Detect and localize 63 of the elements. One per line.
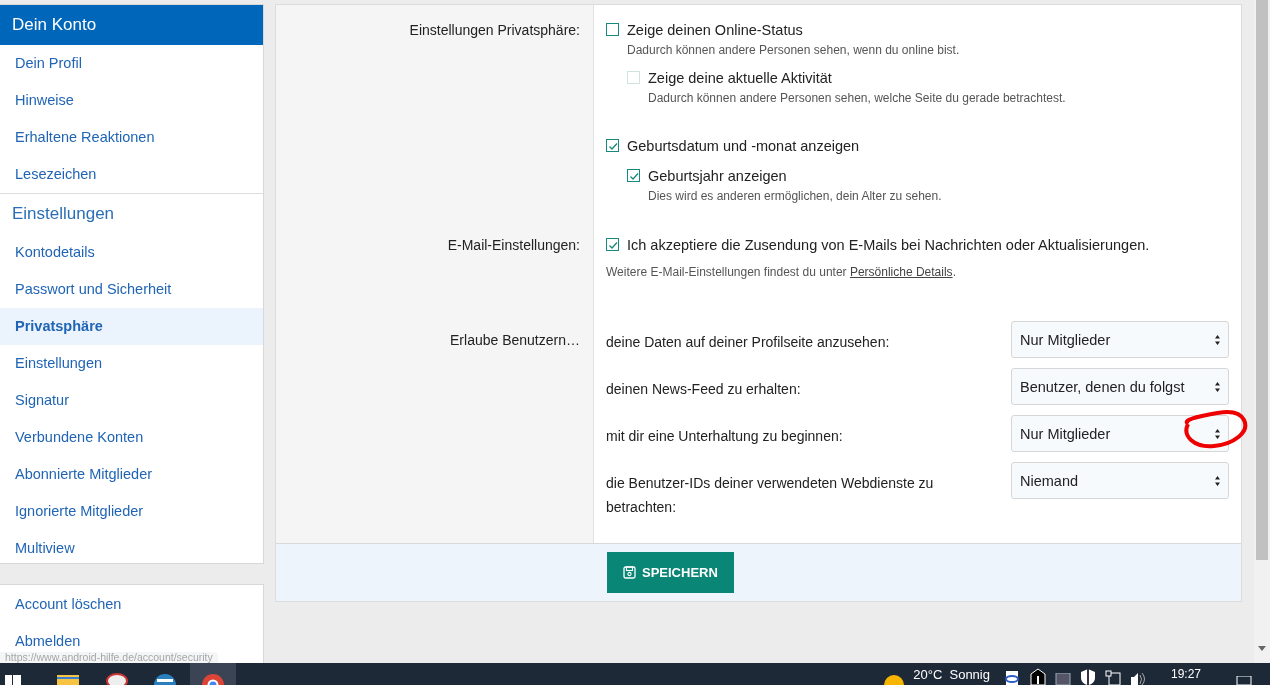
sidebar-header: Dein Konto (0, 5, 263, 45)
sidebar-item[interactable]: Dein Profil (0, 45, 263, 82)
field-label: E-Mail-Einstellungen: (447, 237, 580, 253)
details-link[interactable]: Persönliche Details (849, 265, 953, 279)
save-icon (623, 566, 636, 579)
shield-icon (1079, 669, 1096, 685)
circle-logo-icon (154, 674, 176, 685)
sidebar-item[interactable]: Kontodetails (0, 234, 263, 271)
sidebar-item[interactable]: Signatur (0, 382, 263, 419)
sidebar-item[interactable]: Einstellungen (0, 345, 263, 382)
save-button[interactable]: SPEICHERN (607, 552, 734, 593)
scrollbar[interactable] (1254, 0, 1270, 663)
clock-text: 19:27 (1170, 667, 1201, 681)
sort-arrows-icon (1214, 380, 1221, 393)
sidebar-item[interactable]: Passwort und Sicherheit (0, 271, 263, 308)
sidebar-item[interactable]: Abonnierte Mitglieder (0, 456, 263, 493)
checkbox[interactable] (606, 23, 619, 36)
sidebar-item[interactable]: Hinweise (0, 82, 263, 119)
sidebar-item[interactable]: Ignorierte Mitglieder (0, 493, 263, 530)
speaker-icon (1128, 672, 1145, 685)
select-label: die Benutzer-IDs deiner verwendeten Webdienste zu betrachten: (606, 474, 935, 517)
weather-text: 20°C Sonnig (913, 667, 990, 682)
select-label: deine Daten auf deiner Profilseite anzusehen: (606, 333, 891, 352)
sidebar-heading: Einstellungen (0, 193, 263, 234)
select-field[interactable]: Nur Mitglieder (1011, 415, 1229, 452)
checkbox-label: Zeige deine aktuelle Aktivität (648, 69, 833, 88)
sort-arrows-icon (1214, 474, 1221, 487)
windows-icon (5, 675, 21, 685)
browser-icon (202, 674, 224, 685)
hint-text: Dies wird es anderen ermöglichen, dein Alter zu sehen. (648, 188, 942, 204)
email-note: Weitere E-Mail-Einstellungen findest du unter Persönliche Details. (606, 264, 957, 280)
checkbox[interactable] (606, 139, 619, 152)
field-label: Einstellungen Privatsphäre: (409, 22, 580, 38)
browser-taskbar-button[interactable] (190, 663, 236, 685)
select-field[interactable]: Niemand (1011, 462, 1229, 499)
sidebar-item[interactable]: Account löschen (0, 586, 263, 623)
folder-icon (57, 675, 79, 685)
sidebar-item[interactable]: Lesezeichen (0, 156, 263, 193)
scroll-down-arrow-icon (1258, 646, 1266, 651)
notifications-icon (1236, 676, 1252, 685)
sun-icon (884, 675, 905, 685)
checkbox-label: Geburtsjahr anzeigen (648, 167, 788, 186)
sidebar-item[interactable]: Privatsphäre (0, 308, 263, 345)
select-label: deinen News-Feed zu erhalten: (606, 380, 802, 399)
checkbox-label: Zeige deinen Online-Status (627, 21, 804, 40)
monitor-icon (1054, 673, 1071, 685)
select-label: mit dir eine Unterhaltung zu beginnen: (606, 427, 844, 446)
status-url: https://www.android-hilfe.de/account/security (0, 652, 218, 663)
select-field[interactable]: Nur Mitglieder (1011, 321, 1229, 358)
dish-icon (106, 673, 128, 685)
checkbox[interactable] (627, 169, 640, 182)
sidebar-item[interactable]: Multiview (0, 530, 263, 563)
sidebar-item[interactable]: Erhaltene Reaktionen (0, 119, 263, 156)
field-label: Erlaube Benutzern… (450, 332, 580, 348)
sort-arrows-icon (1214, 333, 1221, 346)
checkbox-label: Ich akzeptiere die Zusendung von E-Mails bei Nachrichten oder Aktualisierungen. (627, 236, 1150, 255)
hint-text: Dadurch können andere Personen sehen, wenn du online bist. (627, 42, 961, 58)
sort-arrows-icon (1214, 427, 1221, 440)
checkbox-label: Geburtsdatum und -monat anzeigen (627, 137, 861, 156)
sidebar-item[interactable]: Verbundene Konten (0, 419, 263, 456)
select-field[interactable]: Benutzer, denen du folgst (1011, 368, 1229, 405)
checkbox[interactable] (606, 238, 619, 251)
hint-text: Dadurch können andere Personen sehen, welche Seite du gerade betrachtest. (648, 90, 1066, 106)
